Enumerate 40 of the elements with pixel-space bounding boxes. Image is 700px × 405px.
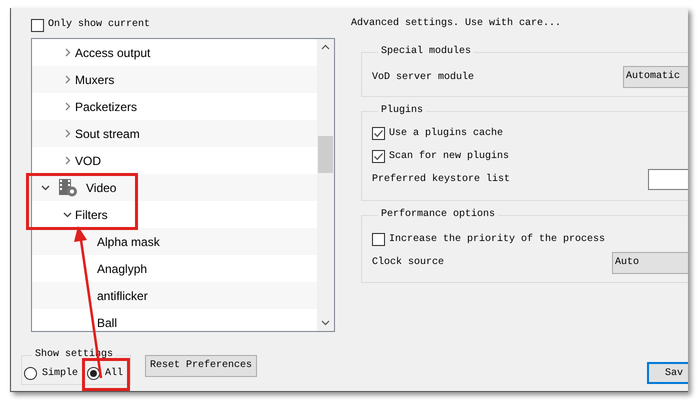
tree-item[interactable]: Muxers	[32, 66, 317, 93]
checkbox[interactable]	[31, 18, 44, 32]
dropdown[interactable]: Automatic	[623, 66, 688, 88]
scroll-thumb[interactable]	[318, 136, 333, 173]
radio-button[interactable]	[24, 366, 37, 380]
group-title: Performance options	[380, 208, 496, 222]
scrollbar[interactable]	[317, 39, 334, 331]
heading-text: Advanced settings. Use with care...	[351, 17, 562, 31]
highlight-frame	[82, 358, 130, 391]
tree-item[interactable]: Video	[32, 174, 317, 201]
dropdown[interactable]: Auto	[612, 252, 688, 274]
tree-item[interactable]: Alpha mask	[32, 228, 317, 255]
group-title: Plugins	[380, 104, 424, 118]
save-button[interactable]: Sav	[647, 362, 688, 384]
field-label: Clock source	[372, 256, 444, 270]
checkbox-label: Use a plugins cache	[389, 126, 504, 141]
tree-item[interactable]: Anaglyph	[32, 255, 317, 282]
checkbox[interactable]	[372, 233, 385, 246]
tree-item[interactable]: Sout stream	[32, 120, 317, 147]
tree-item[interactable]: Packetizers	[32, 93, 317, 120]
checkbox-label: Only show current	[48, 18, 150, 32]
group-title: Special modules	[380, 45, 472, 59]
caret-up-icon[interactable]	[321, 43, 330, 52]
field-label: VoD server module	[372, 70, 474, 84]
checkbox[interactable]	[372, 150, 385, 163]
tree-item[interactable]: Filters	[32, 201, 317, 228]
checkbox-label: Scan for new plugins	[389, 150, 510, 164]
checkbox[interactable]	[372, 127, 385, 140]
tree-item[interactable]: antiflicker	[32, 282, 317, 309]
film-gear-icon	[59, 178, 78, 196]
reset-preferences-button[interactable]: Reset Preferences	[145, 355, 258, 377]
checkbox-label: Increase the priority of the process	[389, 232, 606, 247]
radio-label: Simple	[42, 366, 78, 380]
caret-down-icon[interactable]	[321, 318, 330, 327]
field-label: Preferred keystore list	[372, 172, 510, 187]
tree-item[interactable]: Ball	[32, 309, 317, 331]
tree-item[interactable]: VOD	[32, 147, 317, 174]
radio-button[interactable]	[87, 366, 100, 380]
tree-item[interactable]: Access output	[32, 39, 317, 66]
radio-label: All	[105, 366, 124, 380]
